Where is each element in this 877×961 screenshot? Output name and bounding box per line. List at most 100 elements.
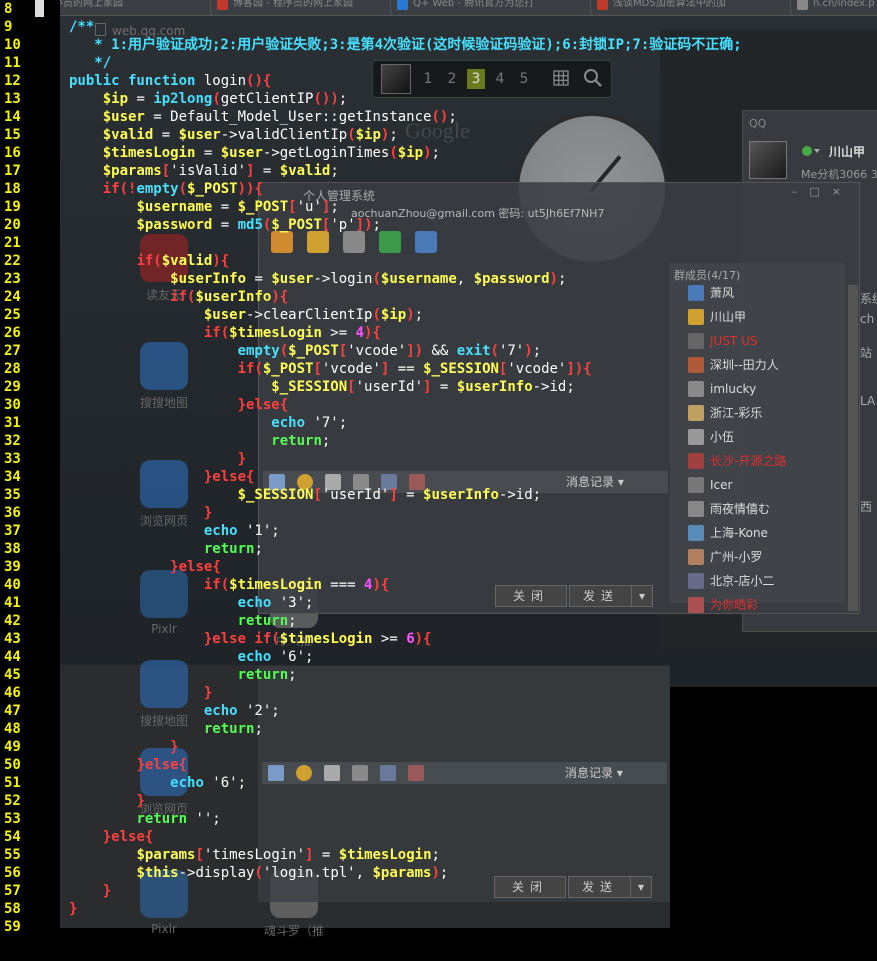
message-history-button[interactable]: 消息记录 ▾ (566, 473, 624, 490)
member-avatar (688, 333, 704, 349)
member-name: JUST US (710, 334, 758, 348)
send-options-button[interactable]: ▾ (630, 876, 652, 898)
code-token: } (102, 883, 112, 899)
browser-tab[interactable]: Q+ Web - 腾讯官方为您打 (390, 0, 610, 16)
minimize-button[interactable]: – (792, 185, 810, 198)
code-token: , (456, 271, 474, 287)
screenshot-icon[interactable] (380, 765, 396, 781)
tab-label: 博客园 - 程序员的网上家园 (233, 0, 353, 9)
shake-icon[interactable] (408, 765, 424, 781)
code-token: ; (414, 307, 424, 323)
browser-tab[interactable]: 博客园 - 程序员的网上家园 (210, 0, 412, 16)
code-token: 'login.tpl', (262, 865, 373, 881)
code-token: ; (288, 613, 297, 629)
code-line: */ (69, 54, 111, 72)
code-token: = (212, 199, 238, 215)
code-token: = Default_Model_User:: (144, 109, 339, 125)
grid-icon[interactable] (553, 70, 569, 86)
code-line: }else if($timesLogin >= 6){ (69, 630, 432, 648)
code-token: $timesLogin (229, 325, 322, 341)
browser-tab[interactable]: n.cn/index.p (790, 0, 877, 16)
code-token: '7' (498, 343, 525, 359)
code-token: ; (330, 199, 339, 215)
code-token: else (111, 829, 145, 845)
code-token: = (313, 847, 339, 863)
code-token: ip2long (153, 91, 213, 107)
online-status-icon[interactable] (801, 145, 821, 157)
desktop-app-label: 魂斗罗（推 (263, 924, 324, 938)
emoji-icon[interactable] (296, 765, 312, 781)
code-token: ) (549, 271, 558, 287)
message-history-button[interactable]: 消息记录 ▾ (565, 764, 623, 781)
maximize-button[interactable]: □ (809, 185, 831, 198)
buddy-avatar[interactable] (749, 141, 787, 179)
code-token: $_POST (262, 361, 314, 377)
text-cursor (35, 0, 44, 17)
image-icon[interactable] (352, 765, 368, 781)
code-line: $_SESSION['userId'] = $userInfo->id; (69, 486, 541, 504)
search-icon[interactable] (583, 68, 603, 88)
send-options-button[interactable]: ▾ (631, 585, 653, 607)
code-token: ] (389, 487, 398, 503)
code-token: ( (212, 91, 221, 107)
code-token: return (136, 811, 188, 827)
line-number: 29 (4, 379, 21, 395)
member-avatar (688, 549, 704, 565)
code-token: 'vcode' (321, 361, 381, 377)
workspace-5[interactable]: 5 (515, 69, 533, 89)
workspace-4[interactable]: 4 (491, 69, 509, 89)
line-number: 43 (4, 631, 21, 647)
folder-icon[interactable] (307, 231, 329, 253)
tab-favicon-icon (597, 0, 608, 10)
close-button[interactable]: 关闭 (495, 585, 567, 607)
code-token: getInstance (338, 109, 432, 125)
line-number: 17 (4, 163, 21, 179)
close-button[interactable]: 关闭 (494, 876, 566, 898)
file-icon[interactable] (343, 231, 365, 253)
home-icon[interactable] (271, 231, 293, 253)
line-number: 50 (4, 757, 21, 773)
browser-tab[interactable]: 浅谈MD5加密算法中的加 (590, 0, 816, 16)
code-token: = (212, 217, 238, 233)
user-avatar[interactable] (381, 64, 411, 94)
code-token: echo (170, 775, 204, 791)
code-line: * 1:用户验证成功;2:用户验证失败;3:是第4次验证(这时候验证码验证);6… (69, 36, 741, 54)
member-list-scrollbar[interactable] (848, 285, 858, 611)
code-token: ( (490, 343, 499, 359)
workspace-3[interactable]: 3 (467, 69, 485, 89)
member-avatar (688, 285, 704, 301)
code-token: ){ (212, 253, 230, 269)
pen-icon[interactable] (324, 765, 340, 781)
workspace-2[interactable]: 2 (443, 69, 461, 89)
line-number: 12 (4, 73, 21, 89)
settings-icon[interactable] (415, 231, 437, 253)
code-token: ( (347, 127, 356, 143)
code-token: '6'; (271, 649, 314, 665)
code-line: return ''; (69, 810, 221, 828)
code-token: $_SESSION (237, 487, 314, 503)
code-token: echo (237, 595, 272, 611)
code-token: return (237, 613, 289, 629)
send-button[interactable]: 发送 (568, 876, 632, 898)
code-token: 4 (355, 325, 365, 341)
code-token: ->id; (498, 487, 542, 503)
code-token: ( (372, 307, 381, 323)
buddy-signature[interactable]: Me分机3066 3 (801, 166, 877, 182)
code-token: ''; (187, 811, 221, 827)
app-icon[interactable] (379, 231, 401, 253)
workspace-1[interactable]: 1 (419, 69, 437, 89)
send-button[interactable]: 发送 (569, 585, 633, 607)
panel-title: QQ (749, 117, 767, 130)
code-line: if($timesLogin === 4){ (69, 576, 389, 594)
font-icon[interactable] (268, 765, 284, 781)
close-icon[interactable]: × (832, 185, 853, 198)
code-token: ->display (178, 865, 255, 881)
